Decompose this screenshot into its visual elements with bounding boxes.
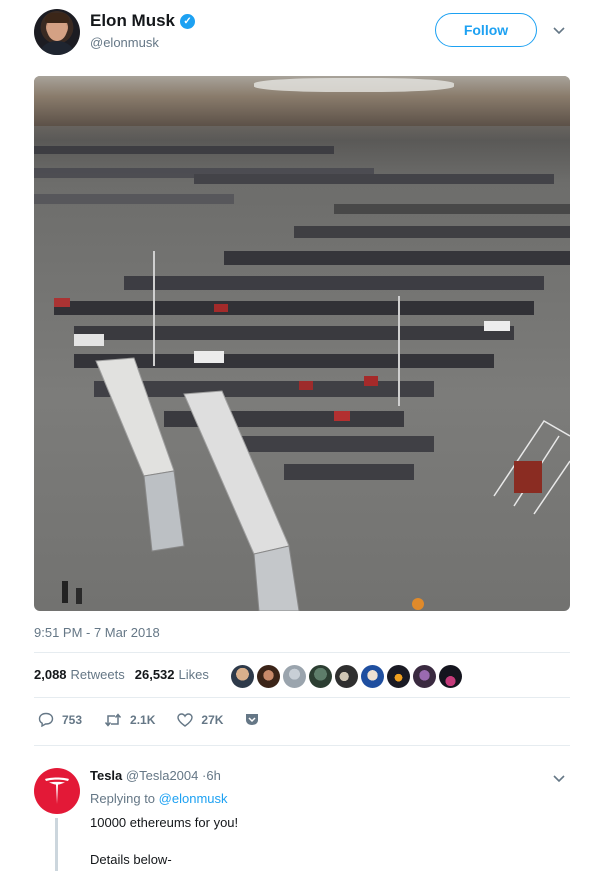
- reply-header: Tesla @Tesla2004 ·6h: [90, 768, 221, 783]
- tweet-header: Elon Musk ✓ @elonmusk Follow: [0, 0, 600, 70]
- thread-line: [55, 818, 58, 871]
- liker-avatar[interactable]: [413, 665, 436, 688]
- engagement-stats: 2,088 Retweets 26,532 Likes: [34, 667, 219, 682]
- like-count: 27K: [201, 712, 224, 727]
- name-row: Elon Musk ✓: [90, 11, 196, 31]
- reply-tweet[interactable]: Tesla @Tesla2004 ·6h Replying to @elonmu…: [0, 760, 600, 871]
- liker-avatar[interactable]: [231, 665, 254, 688]
- tweet-photo[interactable]: [34, 76, 570, 611]
- liker-avatar[interactable]: [257, 665, 280, 688]
- liker-avatar[interactable]: [361, 665, 384, 688]
- chevron-down-icon[interactable]: [553, 770, 565, 786]
- tweet-timestamp[interactable]: 9:51 PM - 7 Mar 2018: [34, 625, 160, 640]
- verified-badge-icon: ✓: [180, 13, 196, 29]
- reply-icon: [38, 712, 54, 727]
- reply-text: 10000 ethereums for you!: [90, 815, 239, 830]
- liker-avatar[interactable]: [283, 665, 306, 688]
- likes-label[interactable]: Likes: [179, 667, 209, 682]
- retweet-icon: [104, 712, 122, 727]
- liker-avatar[interactable]: [335, 665, 358, 688]
- tesla-logo-icon: [45, 777, 69, 804]
- divider: [34, 697, 570, 698]
- reply-text-line2: Details below-: [90, 852, 172, 867]
- user-handle[interactable]: @elonmusk: [90, 35, 159, 50]
- retweets-label[interactable]: Retweets: [71, 667, 125, 682]
- retweet-count: 2.1K: [130, 712, 156, 727]
- liker-avatar[interactable]: [309, 665, 332, 688]
- reply-time[interactable]: 6h: [206, 768, 220, 783]
- divider: [34, 745, 570, 746]
- retweets-count[interactable]: 2,088: [34, 667, 67, 682]
- liker-avatars: [231, 665, 462, 688]
- chevron-down-icon[interactable]: [553, 22, 565, 38]
- reply-button[interactable]: 753: [38, 712, 82, 727]
- display-name[interactable]: Elon Musk: [90, 11, 175, 31]
- reply-handle[interactable]: @Tesla2004: [126, 768, 198, 783]
- reply-display-name[interactable]: Tesla: [90, 768, 122, 783]
- follow-button[interactable]: Follow: [435, 13, 537, 47]
- reply-count: 753: [62, 712, 83, 727]
- likes-count[interactable]: 26,532: [135, 667, 175, 682]
- liker-avatar[interactable]: [387, 665, 410, 688]
- heart-icon: [177, 712, 194, 727]
- liker-avatar[interactable]: [439, 665, 462, 688]
- avatar[interactable]: [34, 9, 80, 55]
- replying-to-link[interactable]: @elonmusk: [159, 791, 228, 806]
- tweet-actions: 753 2.1K 27K: [38, 712, 281, 727]
- retweet-button[interactable]: 2.1K: [104, 713, 155, 727]
- replying-to: Replying to @elonmusk: [90, 791, 228, 806]
- replying-prefix: Replying to: [90, 791, 156, 806]
- divider: [34, 652, 570, 653]
- like-button[interactable]: 27K: [177, 713, 223, 727]
- share-icon: [245, 713, 259, 726]
- tesla-avatar[interactable]: [34, 768, 80, 814]
- share-button[interactable]: [245, 713, 259, 726]
